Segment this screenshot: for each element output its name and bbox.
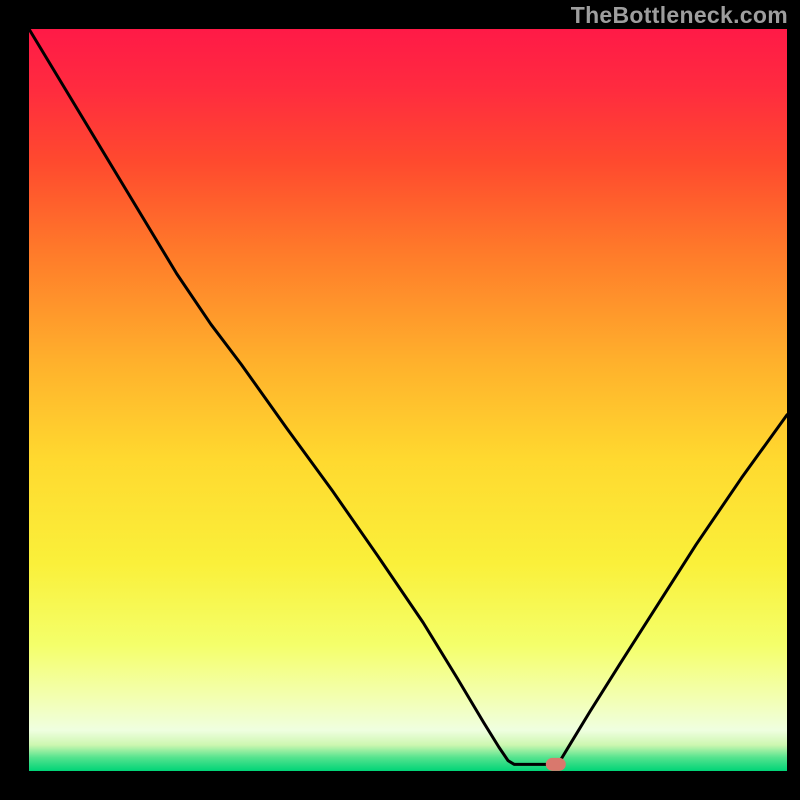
plot-background [29, 29, 787, 771]
watermark: TheBottleneck.com [571, 2, 788, 29]
chart-frame: TheBottleneck.com [0, 0, 800, 800]
optimum-marker [546, 758, 566, 771]
chart-svg [0, 0, 800, 800]
